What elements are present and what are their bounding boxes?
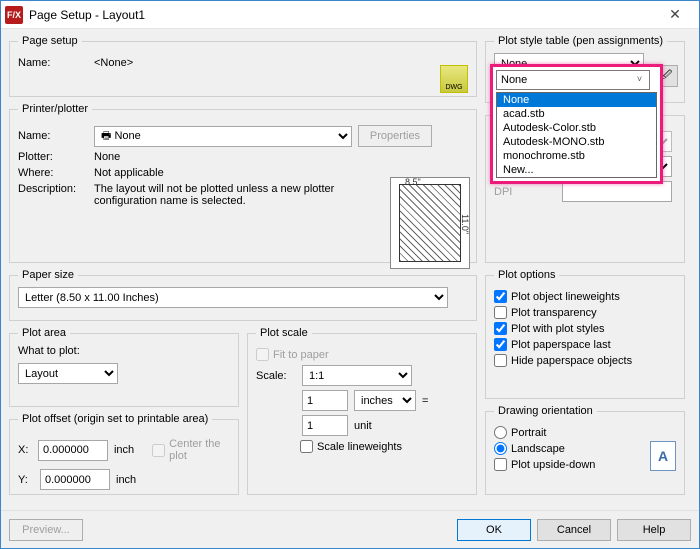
plot-scale-legend: Plot scale [256, 327, 312, 339]
preview-height-label: 11.0" [460, 214, 470, 234]
preview-width-label: 8.5" [405, 177, 421, 187]
plot-style-dropdown-control[interactable]: None ˅ [496, 70, 650, 90]
plot-style-option[interactable]: None [497, 93, 656, 107]
description-label: Description: [18, 183, 88, 195]
orientation-icon: A [650, 441, 676, 471]
paper-preview: 8.5" 11.0" [390, 177, 470, 269]
where-label: Where: [18, 167, 88, 179]
app-icon: F/X [5, 6, 23, 24]
plot-style-option[interactable]: acad.stb [497, 107, 656, 121]
center-plot-input [152, 444, 165, 457]
plot-options-group: Plot options Plot object lineweights Plo… [485, 269, 685, 399]
dwg-icon[interactable]: DWG [440, 65, 468, 93]
plot-options-legend: Plot options [494, 269, 559, 281]
page-setup-group: Page setup Name: <None> DWG [9, 35, 477, 97]
preview-page-icon [399, 184, 461, 262]
ok-button[interactable]: OK [457, 519, 531, 541]
plot-offset-legend: Plot offset (origin set to printable are… [18, 413, 212, 425]
plot-area-group: Plot area What to plot: Layout [9, 327, 239, 407]
preview-button: Preview... [9, 519, 83, 541]
paper-size-group: Paper size Letter (8.50 x 11.00 Inches) [9, 269, 477, 321]
plot-offset-group: Plot offset (origin set to printable are… [9, 413, 239, 495]
page-setup-name-label: Name: [18, 57, 88, 69]
y-unit: inch [116, 474, 136, 486]
y-label: Y: [18, 474, 34, 486]
plot-lineweights-checkbox[interactable]: Plot object lineweights [494, 290, 676, 303]
plotter-value: None [94, 151, 120, 163]
x-unit: inch [114, 444, 134, 456]
scale-lineweights-checkbox[interactable]: Scale lineweights [300, 440, 468, 453]
plot-style-option[interactable]: Autodesk-Color.stb [497, 121, 656, 135]
scale-num-a-input[interactable] [302, 390, 348, 411]
scale-label: Scale: [256, 370, 296, 382]
dialog-footer: Preview... OK Cancel Help [1, 510, 699, 548]
x-label: X: [18, 444, 32, 456]
hide-paperspace-checkbox[interactable]: Hide paperspace objects [494, 354, 676, 367]
close-button[interactable]: ✕ [655, 4, 695, 26]
printer-legend: Printer/plotter [18, 103, 92, 115]
where-value: Not applicable [94, 167, 164, 179]
page-setup-name-value: <None> [94, 57, 133, 69]
what-to-plot-select[interactable]: Layout [18, 363, 118, 384]
titlebar: F/X Page Setup - Layout1 ✕ [1, 1, 699, 29]
scale-lineweights-input[interactable] [300, 440, 313, 453]
description-value: The layout will not be plotted unless a … [94, 183, 354, 207]
dpi-label: DPI [494, 186, 556, 198]
plot-style-option[interactable]: New... [497, 163, 656, 177]
page-setup-legend: Page setup [18, 35, 82, 47]
plot-transparency-checkbox[interactable]: Plot transparency [494, 306, 676, 319]
portrait-radio[interactable]: Portrait [494, 426, 676, 439]
center-plot-checkbox: Center the plot [152, 438, 230, 462]
plot-style-dropdown-open[interactable]: None ˅ None acad.stb Autodesk-Color.stb … [490, 64, 663, 184]
orientation-legend: Drawing orientation [494, 405, 597, 417]
plot-style-option-list: None acad.stb Autodesk-Color.stb Autodes… [496, 92, 657, 178]
fit-to-paper-checkbox: Fit to paper [256, 348, 468, 361]
landscape-radio[interactable]: Landscape [494, 442, 676, 455]
y-input[interactable] [40, 469, 110, 490]
dpi-input [562, 181, 672, 202]
page-setup-dialog: F/X Page Setup - Layout1 ✕ Page setup Na… [0, 0, 700, 549]
fit-to-paper-input [256, 348, 269, 361]
printer-name-label: Name: [18, 130, 88, 142]
unit-label: unit [354, 420, 372, 432]
scale-num-b-input[interactable] [302, 415, 348, 436]
paper-size-legend: Paper size [18, 269, 78, 281]
printer-plotter-group: Printer/plotter Name: 🖶 None Properties … [9, 103, 477, 263]
x-input[interactable] [38, 440, 108, 461]
scale-units-select[interactable]: inches [354, 390, 416, 411]
paper-size-select[interactable]: Letter (8.50 x 11.00 Inches) [18, 287, 448, 308]
plot-area-legend: Plot area [18, 327, 70, 339]
plot-scale-group: Plot scale Fit to paper Scale: 1:1 inche… [247, 327, 477, 495]
plot-paperspace-last-checkbox[interactable]: Plot paperspace last [494, 338, 676, 351]
properties-button: Properties [358, 125, 432, 147]
equals-label: = [422, 395, 428, 407]
printer-name-select[interactable]: 🖶 None [94, 126, 352, 147]
plot-style-option[interactable]: Autodesk-MONO.stb [497, 135, 656, 149]
window-title: Page Setup - Layout1 [29, 8, 655, 22]
plot-with-styles-checkbox[interactable]: Plot with plot styles [494, 322, 676, 335]
plotter-label: Plotter: [18, 151, 88, 163]
drawing-orientation-group: Drawing orientation Portrait Landscape P… [485, 405, 685, 495]
what-to-plot-label: What to plot: [18, 345, 230, 357]
chevron-down-icon: ˅ [632, 74, 647, 84]
upside-down-checkbox[interactable]: Plot upside-down [494, 458, 676, 471]
cancel-button[interactable]: Cancel [537, 519, 611, 541]
help-button[interactable]: Help [617, 519, 691, 541]
plot-style-option[interactable]: monochrome.stb [497, 149, 656, 163]
plot-style-legend: Plot style table (pen assignments) [494, 35, 667, 47]
scale-select[interactable]: 1:1 [302, 365, 412, 386]
